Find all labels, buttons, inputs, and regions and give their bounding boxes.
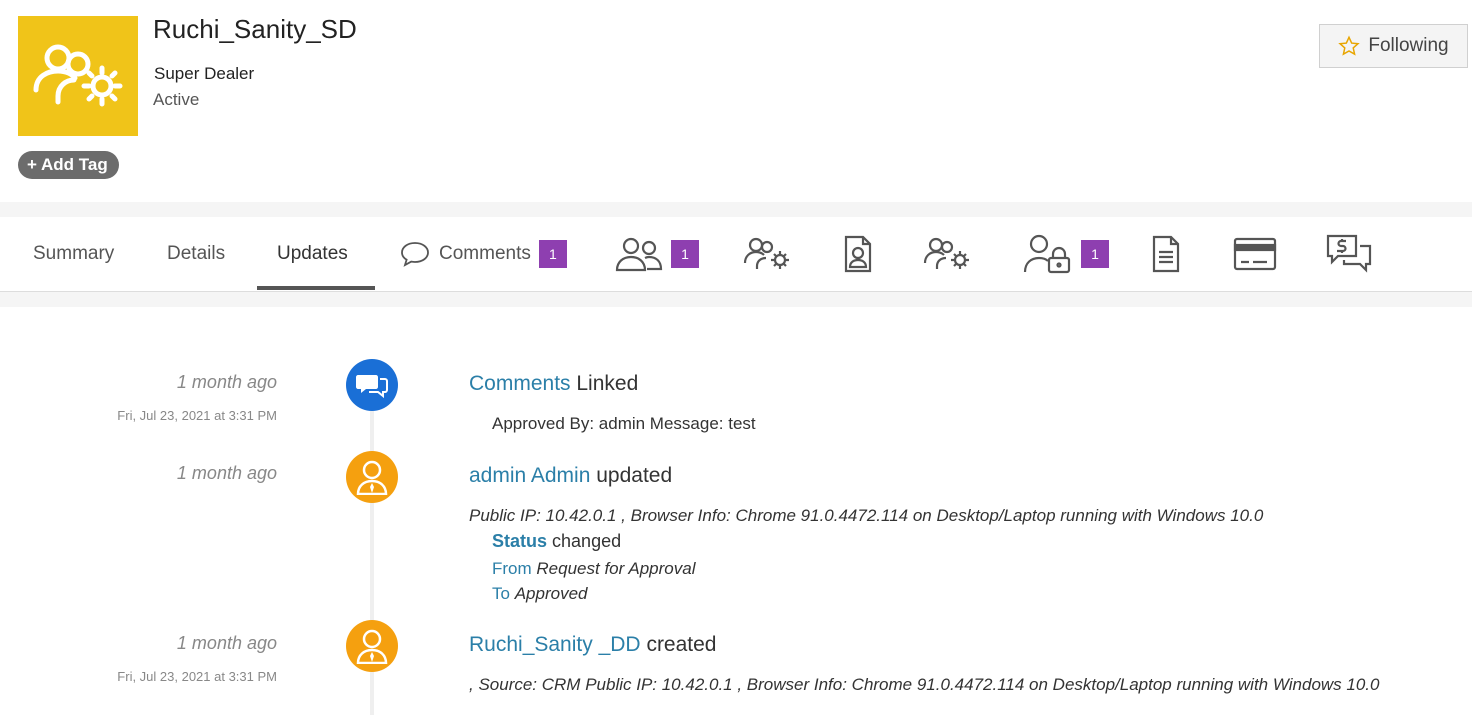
tab-label: Summary: [33, 243, 115, 264]
section-divider: [0, 292, 1472, 307]
add-tag-label: + Add Tag: [27, 155, 108, 174]
user-link[interactable]: admin Admin: [469, 464, 590, 487]
record-link[interactable]: Ruchi_Sanity _DD: [469, 633, 641, 656]
add-tag-button[interactable]: + Add Tag: [18, 151, 119, 179]
record-status: Active: [153, 90, 200, 109]
tab-bar: Summary Details Updates Comments 1 1 1: [0, 217, 1472, 292]
user-activity-icon: [346, 620, 398, 672]
tab-contact-document[interactable]: [843, 217, 873, 291]
comments-link[interactable]: Comments: [469, 372, 571, 395]
record-title: Ruchi_Sanity_SD: [153, 14, 357, 44]
update-title: Comments Linked: [469, 372, 638, 396]
to-row: To Approved: [492, 584, 587, 604]
from-label: From: [492, 559, 532, 578]
tab-dollar-chat[interactable]: [1326, 217, 1372, 291]
following-button[interactable]: Following: [1319, 24, 1468, 68]
tab-label: Comments: [439, 243, 531, 264]
following-label: Following: [1368, 35, 1449, 56]
update-info: Public IP: 10.42.0.1 , Browser Info: Chr…: [469, 506, 1264, 525]
tab-credit-card[interactable]: [1233, 217, 1277, 291]
credit-card-icon: [1233, 237, 1277, 271]
star-icon: [1338, 35, 1361, 56]
update-action: created: [646, 633, 717, 656]
field-changed: changed: [552, 531, 622, 551]
user-activity-icon: [346, 451, 398, 503]
update-time-ago: 1 month ago: [176, 463, 277, 483]
tab-users[interactable]: 1: [615, 217, 699, 291]
to-label: To: [492, 584, 510, 603]
update-title: admin Admin updated: [469, 464, 672, 488]
record-avatar: [18, 16, 138, 136]
field-label: Status: [492, 531, 548, 551]
users-gear-icon: [33, 44, 123, 107]
update-title: Ruchi_Sanity _DD created: [469, 633, 716, 657]
section-divider: [0, 202, 1472, 217]
tab-details[interactable]: Details: [167, 217, 225, 291]
user-lock-icon: [1023, 234, 1071, 274]
record-role: Super Dealer: [154, 64, 255, 83]
tab-users-gear-2[interactable]: [923, 217, 973, 291]
users-gear-icon: [743, 237, 789, 269]
tab-users-gear[interactable]: [743, 217, 793, 291]
to-value: Approved: [514, 584, 588, 603]
tab-badge: 1: [538, 240, 567, 268]
user-icon: [356, 460, 388, 495]
from-row: From Request for Approval: [492, 559, 695, 579]
active-tab-indicator: [257, 286, 375, 290]
tab-label: Updates: [277, 243, 348, 264]
chat-bubbles-icon: [356, 375, 388, 399]
update-detail: Approved By: admin Message: test: [492, 414, 756, 433]
tab-comments[interactable]: Comments 1: [399, 217, 567, 291]
tab-updates[interactable]: Updates: [277, 217, 348, 291]
contact-document-icon: [844, 235, 872, 273]
tab-label: Details: [167, 243, 226, 264]
document-icon: [1152, 235, 1180, 273]
update-date: Fri, Jul 23, 2021 at 3:31 PM: [117, 408, 277, 423]
users-gear-icon: [923, 237, 969, 269]
update-date: Fri, Jul 23, 2021 at 3:31 PM: [117, 669, 277, 684]
field-change: Status changed: [492, 531, 621, 552]
comments-activity-icon: [346, 359, 398, 411]
comment-icon: [401, 242, 429, 267]
users-icon: [615, 237, 663, 272]
from-value: Request for Approval: [536, 559, 696, 578]
tab-user-lock[interactable]: 1: [1023, 217, 1109, 291]
update-time-ago: 1 month ago: [176, 633, 277, 653]
dollar-chat-icon: [1326, 234, 1372, 273]
tab-summary[interactable]: Summary: [33, 217, 114, 291]
update-action: updated: [596, 464, 673, 487]
update-action: Linked: [576, 372, 639, 395]
user-icon: [356, 629, 388, 664]
tab-badge: 1: [671, 240, 699, 268]
update-time-ago: 1 month ago: [176, 372, 277, 392]
tab-document[interactable]: [1151, 217, 1181, 291]
record-header: Ruchi_Sanity_SD Super Dealer Active + Ad…: [0, 0, 1472, 202]
tab-badge: 1: [1081, 240, 1109, 268]
update-info: , Source: CRM Public IP: 10.42.0.1 , Bro…: [469, 675, 1380, 694]
